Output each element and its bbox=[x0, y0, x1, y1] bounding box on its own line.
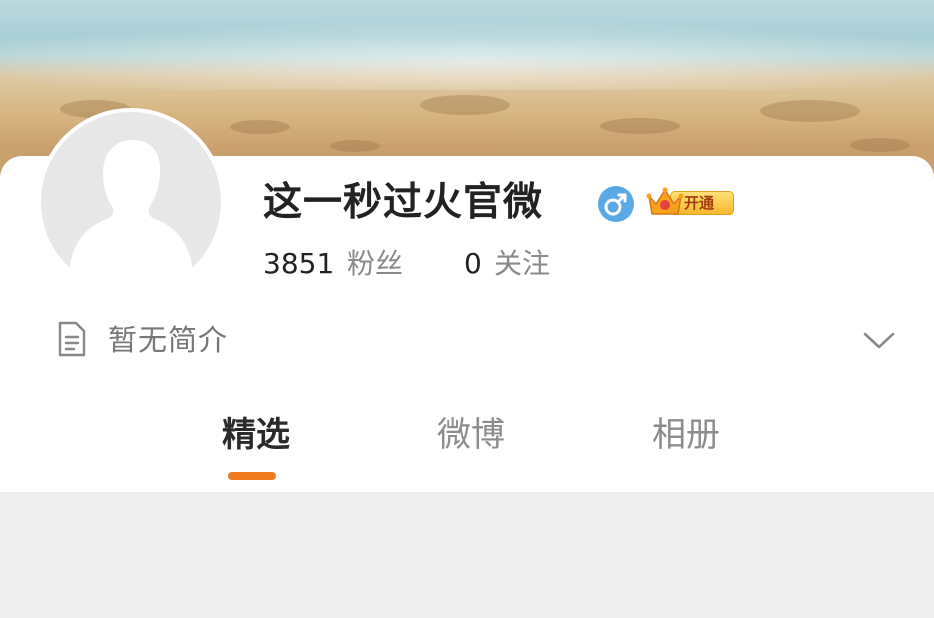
document-icon bbox=[58, 321, 86, 357]
profile-intro-text[interactable]: 暂无简介 bbox=[108, 320, 228, 360]
banner-sand-texture bbox=[330, 140, 380, 152]
following-label[interactable]: 关注 bbox=[494, 246, 550, 282]
default-avatar-placeholder bbox=[41, 112, 221, 292]
active-tab-indicator bbox=[228, 472, 276, 480]
banner-sea-glow bbox=[0, 20, 934, 90]
profile-name: 这一秒过火官微 bbox=[263, 180, 544, 225]
person-silhouette-icon bbox=[69, 140, 193, 292]
followers-label[interactable]: 粉丝 bbox=[347, 246, 403, 282]
vip-open-badge[interactable]: 开通 bbox=[646, 186, 734, 220]
banner-sand-texture bbox=[850, 138, 910, 152]
tab-weibo[interactable]: 微博 bbox=[401, 412, 541, 458]
following-count[interactable]: 0 bbox=[464, 246, 482, 282]
feed-area bbox=[0, 492, 934, 618]
chevron-down-icon[interactable] bbox=[862, 328, 896, 352]
banner-sand-texture bbox=[420, 95, 510, 115]
avatar[interactable] bbox=[37, 108, 225, 296]
banner-sand-texture bbox=[230, 120, 290, 134]
followers-count[interactable]: 3851 bbox=[263, 246, 334, 282]
banner-sand-texture bbox=[600, 118, 680, 134]
crown-icon bbox=[646, 187, 684, 215]
tab-album[interactable]: 相册 bbox=[616, 412, 756, 458]
male-symbol-icon bbox=[598, 186, 634, 222]
banner-sand-texture bbox=[760, 100, 860, 122]
vip-badge-label: 开通 bbox=[684, 194, 715, 212]
tab-featured[interactable]: 精选 bbox=[186, 412, 326, 458]
